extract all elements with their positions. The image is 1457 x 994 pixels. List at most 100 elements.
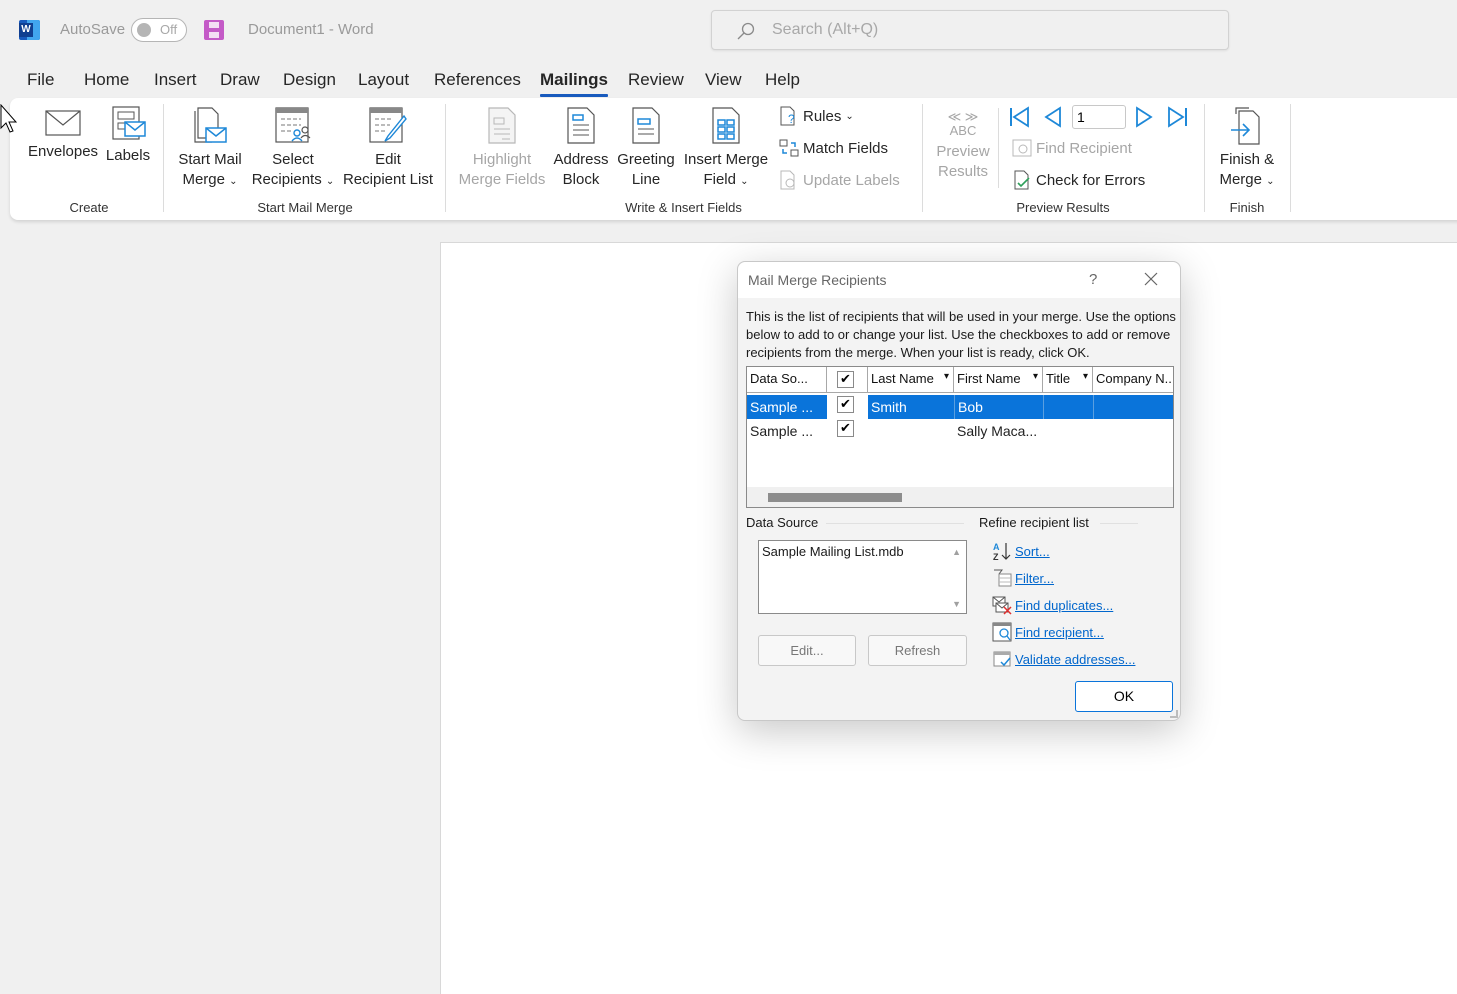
sort-link[interactable]: AZ Sort...: [992, 541, 1050, 561]
title-bar: W AutoSave Off Document1 - Word Search (…: [0, 0, 1457, 60]
column-header-company[interactable]: Company N...: [1093, 367, 1174, 393]
column-header-label: Company N...: [1096, 371, 1174, 386]
save-icon[interactable]: [204, 20, 224, 40]
check-for-errors-icon: [1014, 170, 1030, 190]
envelopes-button[interactable]: Envelopes: [28, 110, 98, 162]
labels-button[interactable]: Labels: [103, 106, 153, 166]
autosave-toggle[interactable]: Off: [131, 18, 187, 42]
find-duplicates-link-text[interactable]: Find duplicates...: [1015, 598, 1113, 613]
cell-data-source: Sample ...: [747, 395, 827, 419]
update-labels-icon: [780, 170, 795, 190]
tab-view[interactable]: View: [705, 70, 742, 90]
data-source-item[interactable]: Sample Mailing List.mdb: [762, 544, 904, 559]
column-header-data-source[interactable]: Data So...: [747, 367, 827, 393]
update-labels-button[interactable]: Update Labels: [779, 170, 900, 190]
column-header-last-name[interactable]: Last Name ▾: [868, 367, 954, 393]
cell-first-name: Sally Maca...: [957, 423, 1038, 439]
tab-draw[interactable]: Draw: [220, 70, 260, 90]
column-header-title[interactable]: Title ▾: [1043, 367, 1093, 393]
ribbon-mailings: Envelopes Labels Create Start Mail Merge…: [10, 98, 1457, 220]
tab-layout[interactable]: Layout: [358, 70, 409, 90]
help-button[interactable]: ?: [1089, 271, 1097, 288]
cell-checkbox: ✔: [827, 395, 868, 419]
tab-mailings[interactable]: Mailings: [540, 70, 609, 97]
resize-grip[interactable]: [1170, 710, 1178, 718]
envelope-icon: [45, 110, 81, 136]
select-recipients-icon: [275, 107, 311, 143]
ok-button[interactable]: OK: [1075, 681, 1173, 712]
column-header-label: Title: [1046, 371, 1071, 386]
close-icon[interactable]: [1142, 270, 1160, 288]
validate-addresses-link[interactable]: Validate addresses...: [992, 649, 1135, 669]
group-label-finish: Finish: [1229, 200, 1265, 215]
address-block-button[interactable]: Address Block: [551, 106, 611, 190]
edit-button[interactable]: Edit...: [758, 635, 856, 666]
select-all-checkbox[interactable]: ✔: [837, 371, 854, 388]
preview-results-button[interactable]: ≪ ≫ ABC Preview Results: [928, 110, 998, 182]
sort-arrow-icon: ▾: [1032, 371, 1038, 382]
validate-addresses-icon: [993, 651, 1011, 667]
scroll-down-icon[interactable]: ▼: [952, 599, 961, 609]
find-recipient-link-text[interactable]: Find recipient...: [1015, 625, 1104, 640]
last-record-icon[interactable]: [1165, 105, 1189, 129]
chevron-down-icon: ⌄: [229, 176, 238, 187]
check-for-errors-button[interactable]: Check for Errors: [1012, 170, 1145, 190]
find-recipient-link[interactable]: Find recipient...: [992, 622, 1104, 642]
data-source-list[interactable]: Sample Mailing List.mdb ▲ ▼: [758, 540, 967, 614]
finish-and-merge-button[interactable]: Finish & Merge ⌄: [1210, 106, 1284, 192]
previous-record-icon[interactable]: [1042, 105, 1066, 129]
find-duplicates-icon: [992, 596, 1012, 615]
scrollbar-thumb[interactable]: [768, 493, 902, 502]
tab-help[interactable]: Help: [765, 70, 800, 90]
find-duplicates-link[interactable]: Find duplicates...: [992, 595, 1113, 615]
svg-text:?: ?: [788, 112, 795, 126]
cell-company: [1093, 419, 1173, 443]
edit-recipient-list-button[interactable]: Edit Recipient List: [340, 106, 436, 190]
greeting-line-button[interactable]: Greeting Line: [614, 106, 678, 190]
first-record-icon[interactable]: [1008, 105, 1032, 129]
check-for-errors-label: Check for Errors: [1036, 171, 1146, 189]
start-mail-merge-button[interactable]: Start Mail Merge ⌄: [170, 106, 250, 192]
rules-icon: ?: [780, 106, 795, 126]
find-recipient-button[interactable]: Find Recipient: [1012, 138, 1132, 158]
tab-review[interactable]: Review: [628, 70, 684, 90]
select-recipients-button[interactable]: Select Recipients ⌄: [250, 106, 336, 192]
validate-addresses-link-text[interactable]: Validate addresses...: [1015, 652, 1135, 667]
search-input[interactable]: Search (Alt+Q): [711, 10, 1229, 50]
tab-home[interactable]: Home: [84, 70, 129, 90]
highlight-merge-fields-button[interactable]: Highlight Merge Fields: [456, 106, 548, 190]
next-record-icon[interactable]: [1131, 105, 1155, 129]
mouse-pointer-icon: [0, 104, 18, 133]
insert-merge-field-button[interactable]: Insert Merge Field ⌄: [681, 106, 771, 192]
tab-file[interactable]: File: [27, 70, 54, 90]
table-row[interactable]: Sample ... ✔ Sally Maca...: [747, 419, 1173, 443]
rules-button[interactable]: ? Rules ⌄: [779, 106, 854, 126]
row-checkbox[interactable]: ✔: [837, 420, 854, 437]
table-row[interactable]: Sample ... ✔ Smith Bob: [747, 395, 1173, 419]
column-header-first-name[interactable]: First Name ▾: [954, 367, 1043, 393]
group-separator: [163, 104, 164, 212]
find-recipient-icon: [1012, 139, 1032, 157]
highlight-label-2: Merge Fields: [458, 171, 546, 188]
cell-title: [1043, 419, 1093, 443]
update-labels-label: Update Labels: [803, 171, 900, 189]
tab-references[interactable]: References: [434, 70, 521, 90]
envelopes-label: Envelopes: [28, 143, 99, 160]
sort-link-text[interactable]: Sort...: [1015, 544, 1050, 559]
row-checkbox[interactable]: ✔: [837, 396, 854, 413]
group-separator: [922, 104, 923, 212]
filter-link[interactable]: Filter...: [992, 568, 1054, 588]
tab-design[interactable]: Design: [283, 70, 336, 90]
column-header-checkbox[interactable]: ✔: [827, 367, 868, 393]
cell-first-name: Bob: [954, 395, 1043, 419]
record-number-input[interactable]: [1072, 105, 1126, 129]
match-fields-button[interactable]: Match Fields: [779, 138, 888, 158]
tab-insert[interactable]: Insert: [154, 70, 197, 90]
scroll-up-icon[interactable]: ▲: [952, 547, 961, 557]
filter-link-text[interactable]: Filter...: [1015, 571, 1054, 586]
cell-data-source: Sample ...: [750, 423, 814, 439]
refresh-button[interactable]: Refresh: [868, 635, 967, 666]
match-fields-icon: [779, 139, 799, 157]
finish-merge-label-2: Merge: [1219, 171, 1262, 188]
horizontal-scrollbar[interactable]: [747, 487, 1173, 507]
